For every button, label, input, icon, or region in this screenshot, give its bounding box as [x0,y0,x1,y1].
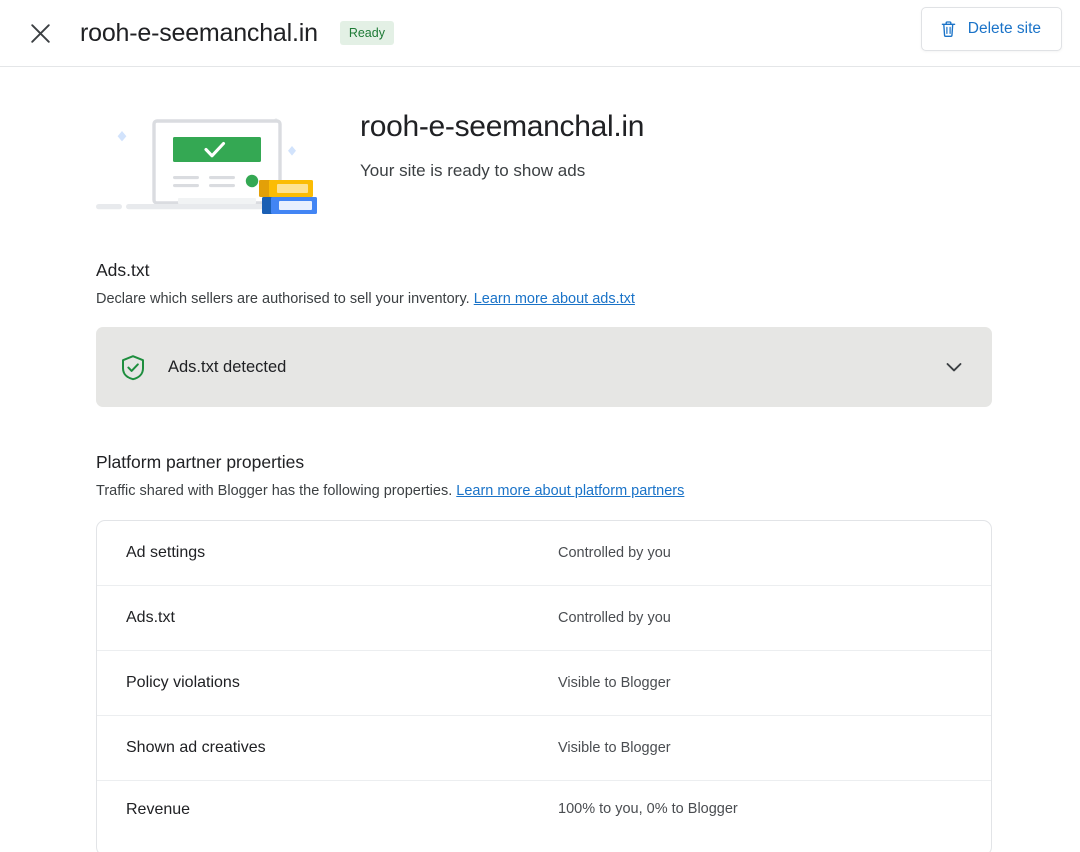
row-value: Controlled by you [558,610,671,626]
site-status-subtitle: Your site is ready to show ads [360,160,586,180]
row-label: Ads.txt [126,609,175,626]
page-title: rooh-e-seemanchal.in [80,18,318,47]
trash-icon [940,20,957,38]
ads-txt-detected-label: Ads.txt detected [168,357,287,376]
ads-txt-description-text: Declare which sellers are authorised to … [96,291,470,307]
delete-site-button[interactable]: Delete site [920,7,1062,51]
table-row: Revenue 100% to you, 0% to Blogger [97,781,991,852]
status-badge: Ready [339,20,394,46]
ads-txt-description: Declare which sellers are authorised to … [96,291,1080,307]
platform-partner-description-text: Traffic shared with Blogger has the foll… [96,483,453,499]
platform-partner-learn-more-link[interactable]: Learn more about platform partners [456,483,684,499]
row-label: Policy violations [126,674,240,691]
page-content: rooh-e-seemanchal.in Your site is ready … [0,67,1080,852]
row-value: Controlled by you [558,545,671,561]
row-value: Visible to Blogger [558,675,671,691]
app-bar: rooh-e-seemanchal.in Ready Delete site [0,0,1080,67]
hero-section: rooh-e-seemanchal.in Your site is ready … [0,67,1080,221]
shield-check-icon [120,354,146,381]
site-name-heading: rooh-e-seemanchal.in [360,110,645,143]
delete-site-label: Delete site [967,20,1041,37]
close-icon [30,23,51,44]
table-row: Ad settings Controlled by you [97,521,991,586]
row-label: Ad settings [126,544,206,561]
platform-partner-description: Traffic shared with Blogger has the foll… [96,483,1080,499]
platform-partner-section: Platform partner properties Traffic shar… [0,452,1080,852]
table-row: Shown ad creatives Visible to Blogger [97,716,991,781]
ads-txt-learn-more-link[interactable]: Learn more about ads.txt [474,291,635,307]
row-label: Revenue [126,801,191,818]
table-row: Ads.txt Controlled by you [97,586,991,651]
chevron-down-icon[interactable] [942,355,966,379]
laptop-success-illustration [96,106,318,221]
table-row: Policy violations Visible to Blogger [97,651,991,716]
platform-properties-table: Ad settings Controlled by you Ads.txt Co… [96,520,992,852]
row-value: Visible to Blogger [558,740,671,756]
close-button[interactable] [18,11,62,55]
platform-partner-heading: Platform partner properties [96,452,305,472]
ads-txt-heading: Ads.txt [96,260,150,280]
ads-txt-section: Ads.txt Declare which sellers are author… [0,260,1080,407]
hero-text: rooh-e-seemanchal.in Your site is ready … [360,100,644,181]
row-value: 100% to you, 0% to Blogger [558,801,738,817]
row-label: Shown ad creatives [126,739,266,756]
ads-txt-detected-panel[interactable]: Ads.txt detected [96,327,992,407]
